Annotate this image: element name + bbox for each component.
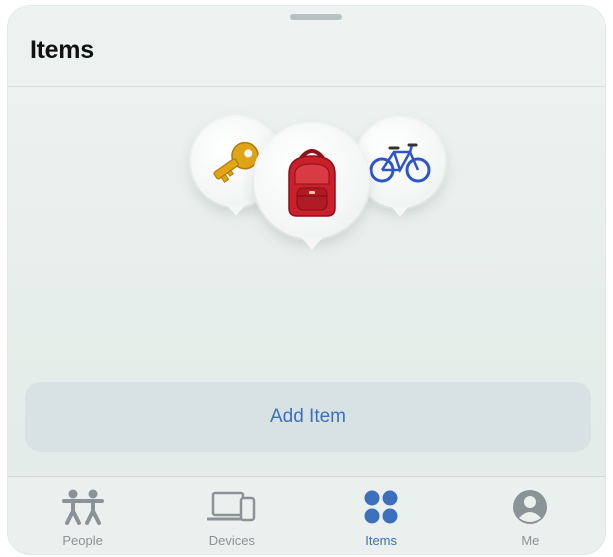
tab-label: Devices: [208, 533, 255, 548]
tab-label: Me: [521, 533, 540, 548]
people-icon: [61, 489, 104, 525]
add-item-button[interactable]: Add Item: [25, 382, 591, 452]
backpack-icon: [287, 148, 336, 217]
me-icon: [513, 490, 548, 524]
items-icon: [364, 490, 398, 524]
tab-label: Items: [365, 533, 398, 548]
tab-label: People: [62, 533, 103, 548]
tab-bar: People Devices Items Me: [8, 476, 605, 554]
tab-items[interactable]: Items: [307, 477, 456, 554]
items-illustration: [8, 6, 605, 306]
items-sheet: Items Add Item People Devices Items Me: [8, 6, 605, 554]
bicycle-icon: [369, 143, 431, 183]
tab-devices[interactable]: Devices: [157, 477, 306, 554]
tab-me[interactable]: Me: [456, 477, 605, 554]
tab-people[interactable]: People: [8, 477, 157, 554]
bicycle-pin: [355, 118, 445, 208]
backpack-pin: [254, 124, 369, 239]
devices-icon: [206, 491, 256, 522]
